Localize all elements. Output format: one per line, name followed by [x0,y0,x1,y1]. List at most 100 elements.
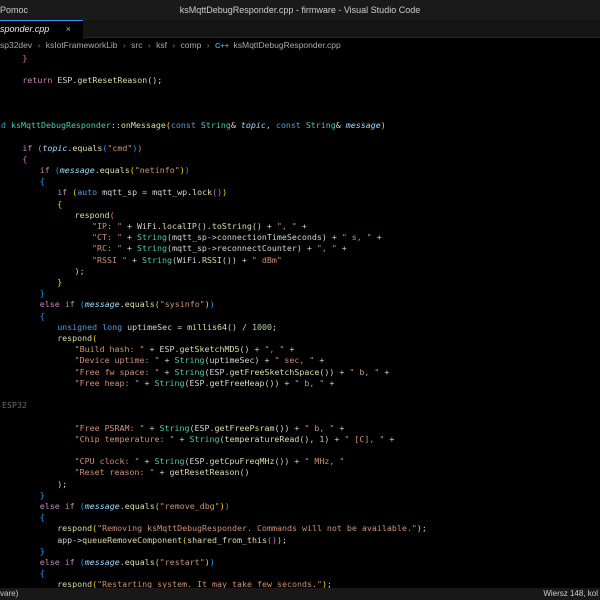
code-token: ()) + [221,254,252,265]
code-token: (mqtt_sp->reconnectCounter) + [166,243,317,254]
code-token: + ESP. [144,344,180,355]
breadcrumb-separator: › [172,40,176,50]
code-token: if [64,501,75,511]
code-token: { [22,153,28,164]
code-line: } [40,288,45,299]
code-token: ksMqttDebugResponder [11,120,111,131]
code-token: else [39,299,60,310]
code-token: { [57,198,63,209]
code-line: { [40,176,45,187]
code-token: { [39,568,45,579]
code-token: (mqtt_sp->connectionTimeSeconds) + [166,232,342,243]
code-line: "Reset reason: " + getResetReason() [75,467,250,478]
code-token: String [136,243,167,254]
breadcrumb-separator: › [37,40,41,50]
code-token: " b, " [304,422,335,433]
code-token: { [39,176,45,187]
breadcrumb-file[interactable]: ksMqttDebugResponder.cpp [234,40,341,50]
code-line: { [40,568,45,579]
code-token: } [39,288,45,299]
code-token: "IP: " [92,221,122,231]
code-line: } [22,53,27,64]
code-token: "Build hash: " [74,344,145,355]
code-token: + [139,456,155,467]
code-token: else [39,557,60,567]
code-line: respond("Removing ksMqttDebugResponder. … [57,523,427,534]
breadcrumb-segment[interactable]: src [131,40,142,50]
code-line: id ksMqttDebugResponder::onMessage(const… [0,120,386,131]
code-editor[interactable]: }return ESP.getResetReason();id ksMqttDe… [0,53,600,588]
code-token: ", " [316,243,337,254]
code-line: ); [75,266,85,277]
code-token: " sec, " [274,355,315,366]
breadcrumb-segment[interactable]: ksf [156,40,167,50]
code-line: else if (message.equals("restart")) [40,557,215,568]
code-token: " [C], " [344,433,385,444]
code-token: message [84,501,120,511]
tab-label: sponder.cpp [0,24,50,34]
code-token: :: [110,120,121,131]
code-line: if (message.equals("netinfo")) [40,165,190,176]
code-token: String [200,120,231,131]
breadcrumb-separator: › [147,40,151,50]
code-token: ", " [264,344,285,355]
code-token: + [296,221,307,231]
code-token: "sysinfo" [159,299,205,310]
code-token: const [170,120,196,131]
code-token: getFreePsram [214,422,275,433]
code-token: String [136,232,167,243]
code-line: "RC: " + String(mqtt_sp->reconnectCounte… [92,243,347,254]
code-line: } [40,490,45,501]
code-token: String [174,366,205,377]
code-line: { [22,154,27,165]
breadcrumb-separator: › [206,40,210,50]
code-token: () [239,467,250,478]
breadcrumb-separator: › [122,40,126,50]
code-token: respond [57,333,93,343]
code-token: ) [137,142,143,153]
code-token: message [84,299,120,310]
code-token: } [22,53,28,63]
code-token: if [22,142,33,153]
code-line: "Free heap: " + String(ESP.getFreeHeap()… [75,378,335,389]
code-token: message [84,557,120,567]
code-token: app-> [57,534,83,545]
code-token: + [324,377,335,388]
code-token: (ESP. [189,422,215,433]
code-token: (), [299,433,320,444]
code-token: "RC: " [92,243,122,254]
window-title: ksMqttDebugResponder.cpp - firmware - Vi… [179,5,421,15]
tab-active-file[interactable]: sponder.cpp × [0,20,83,38]
status-left[interactable]: vare) [0,588,18,600]
breadcrumb-segment[interactable]: ksIotFrameworkLib [46,40,118,50]
breadcrumb-segment[interactable]: comp [181,40,202,50]
cursor-position[interactable]: Wiersz 148, kol [543,588,598,600]
breadcrumb-segment[interactable]: sp32dev [0,40,32,50]
code-token: ( [109,209,115,220]
code-token: respond [57,523,93,534]
code-token: { [39,512,45,523]
code-token: return [22,75,53,86]
code-token: "Chip temperature: " [74,433,175,444]
code-token: ; [272,321,278,332]
code-line: "Free PSRAM: " + String(ESP.getFreePsram… [75,423,345,434]
code-token: (ESP. [204,366,230,377]
code-token: String [141,254,172,265]
code-token: message [59,165,95,175]
code-token: (WiFi. [171,254,202,265]
code-token: auto [77,187,98,198]
code-token: "Free fw space: " [74,366,160,377]
code-token: + [159,366,175,377]
close-icon[interactable]: × [66,24,71,34]
code-token: + [126,254,142,265]
code-token: () / [227,321,253,332]
code-token: + [121,232,137,243]
code-token: onMessage [120,120,166,131]
code-token: topic [240,120,266,131]
code-token: ) + [324,433,345,444]
code-token: ; [421,523,427,534]
code-token: if [39,165,50,175]
code-line: if (auto mqtt_sp = mqtt_wp.lock()) [57,187,227,198]
code-line: } [40,546,45,557]
code-token: ()) + [319,366,350,377]
